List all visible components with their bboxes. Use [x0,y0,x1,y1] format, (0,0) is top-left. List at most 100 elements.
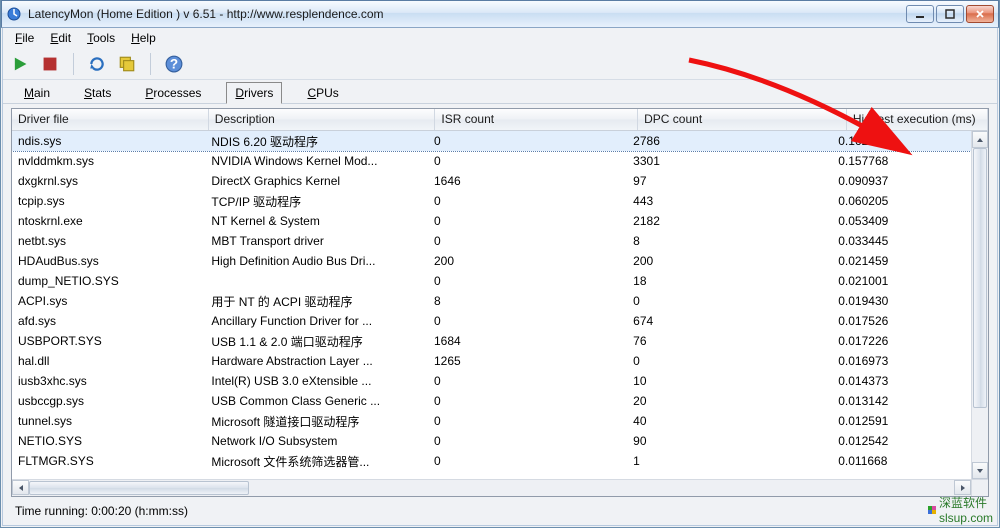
col-dpc-count[interactable]: DPC count [638,109,847,130]
minimize-button[interactable] [906,5,934,23]
table-row[interactable]: ACPI.sys用于 NT 的 ACPI 驱动程序800.019430 [12,291,971,311]
cell-desc: Microsoft 隧道接口驱动程序 [205,411,428,432]
menu-bar: File Edit Tools Help [3,28,997,48]
menu-file[interactable]: File [9,30,40,46]
cell-hi: 0.016973 [832,352,971,370]
scroll-down-button[interactable] [972,462,988,479]
table-row[interactable]: HDAudBus.sysHigh Definition Audio Bus Dr… [12,251,971,271]
cell-isr: 0 [428,372,627,390]
window-buttons [906,5,994,23]
cell-dpc: 40 [627,412,832,430]
cell-hi: 0.162918 [832,132,971,150]
close-button[interactable] [966,5,994,23]
tab-processes[interactable]: Processes [136,82,210,104]
cell-desc: 用于 NT 的 ACPI 驱动程序 [205,291,428,312]
table-row[interactable]: dxgkrnl.sysDirectX Graphics Kernel164697… [12,171,971,191]
cell-dpc: 90 [627,432,832,450]
cell-desc: Hardware Abstraction Layer ... [205,352,428,370]
cell-isr: 0 [428,312,627,330]
cell-desc: USB 1.1 & 2.0 端口驱动程序 [205,331,428,352]
tab-main[interactable]: Main [15,82,59,104]
app-window: LatencyMon (Home Edition ) v 6.51 - http… [0,0,1000,528]
tab-cpus[interactable]: CPUs [298,82,347,104]
cell-desc: TCP/IP 驱动程序 [205,191,428,212]
table-row[interactable]: FLTMGR.SYSMicrosoft 文件系统筛选器管...010.01166… [12,451,971,471]
table-row[interactable]: tunnel.sysMicrosoft 隧道接口驱动程序0400.012591 [12,411,971,431]
col-description[interactable]: Description [209,109,436,130]
cell-isr: 8 [428,292,627,310]
cell-hi: 0.090937 [832,172,971,190]
menu-tools[interactable]: Tools [81,30,121,46]
table-row[interactable]: tcpip.sysTCP/IP 驱动程序04430.060205 [12,191,971,211]
driver-list: Driver file Description ISR count DPC co… [11,108,989,497]
stop-icon[interactable] [41,55,59,73]
refresh-icon[interactable] [88,55,106,73]
table-row[interactable]: USBPORT.SYSUSB 1.1 & 2.0 端口驱动程序1684760.0… [12,331,971,351]
cell-isr: 0 [428,152,627,170]
tab-stats[interactable]: Stats [75,82,120,104]
cell-dpc: 8 [627,232,832,250]
menu-help[interactable]: Help [125,30,162,46]
cell-dpc: 0 [627,352,832,370]
col-driver-file[interactable]: Driver file [12,109,209,130]
cell-hi: 0.021001 [832,272,971,290]
column-headers: Driver file Description ISR count DPC co… [12,109,988,131]
cell-desc: DirectX Graphics Kernel [205,172,428,190]
cell-dpc: 3301 [627,152,832,170]
table-row[interactable]: dump_NETIO.SYS0180.021001 [12,271,971,291]
cell-file: nvlddmkm.sys [12,152,205,170]
cell-file: ntoskrnl.exe [12,212,205,230]
table-row[interactable]: netbt.sysMBT Transport driver080.033445 [12,231,971,251]
toolbar-separator [150,53,151,75]
cell-file: dxgkrnl.sys [12,172,205,190]
scroll-right-button[interactable] [954,480,971,495]
table-row[interactable]: hal.dllHardware Abstraction Layer ...126… [12,351,971,371]
cell-dpc: 0 [627,292,832,310]
col-highest-exec[interactable]: Highest execution (ms) [847,109,988,130]
cell-file: tcpip.sys [12,192,205,210]
menu-edit[interactable]: Edit [44,30,77,46]
cell-isr: 0 [428,272,627,290]
cell-isr: 200 [428,252,627,270]
horizontal-scrollbar[interactable] [12,479,971,496]
table-row[interactable]: usbccgp.sysUSB Common Class Generic ...0… [12,391,971,411]
cell-isr: 0 [428,192,627,210]
table-row[interactable]: afd.sysAncillary Function Driver for ...… [12,311,971,331]
maximize-button[interactable] [936,5,964,23]
watermark: 深蓝软件slsup.com [928,494,993,525]
cell-file: ACPI.sys [12,292,205,310]
table-row[interactable]: NETIO.SYSNetwork I/O Subsystem0900.01254… [12,431,971,451]
scroll-up-button[interactable] [972,131,988,148]
cell-file: tunnel.sys [12,412,205,430]
table-row[interactable]: ndis.sysNDIS 6.20 驱动程序027860.162918 [12,131,971,151]
scroll-thumb-v[interactable] [973,148,987,408]
scroll-left-button[interactable] [12,480,29,495]
table-row[interactable]: iusb3xhc.sysIntel(R) USB 3.0 eXtensible … [12,371,971,391]
cell-isr: 0 [428,132,627,150]
cell-hi: 0.019430 [832,292,971,310]
copy-icon[interactable] [118,55,136,73]
vertical-scrollbar[interactable] [971,131,988,479]
table-row[interactable]: ntoskrnl.exeNT Kernel & System021820.053… [12,211,971,231]
help-icon[interactable]: ? [165,55,183,73]
play-icon[interactable] [11,55,29,73]
cell-file: afd.sys [12,312,205,330]
cell-file: dump_NETIO.SYS [12,272,205,290]
cell-hi: 0.012542 [832,432,971,450]
tab-drivers[interactable]: Drivers [226,82,282,104]
table-body: ndis.sysNDIS 6.20 驱动程序027860.162918nvldd… [12,131,971,479]
scroll-thumb-h[interactable] [29,481,249,495]
table-row[interactable]: nvlddmkm.sysNVIDIA Windows Kernel Mod...… [12,151,971,171]
cell-desc [205,279,428,283]
cell-isr: 1646 [428,172,627,190]
col-isr-count[interactable]: ISR count [435,109,638,130]
cell-desc: Intel(R) USB 3.0 eXtensible ... [205,372,428,390]
cell-dpc: 443 [627,192,832,210]
cell-isr: 0 [428,412,627,430]
title-bar[interactable]: LatencyMon (Home Edition ) v 6.51 - http… [1,0,999,28]
cell-hi: 0.157768 [832,152,971,170]
cell-file: iusb3xhc.sys [12,372,205,390]
client-area: File Edit Tools Help ? Main Stats Proces… [2,28,998,526]
cell-dpc: 674 [627,312,832,330]
window-title: LatencyMon (Home Edition ) v 6.51 - http… [28,7,906,21]
